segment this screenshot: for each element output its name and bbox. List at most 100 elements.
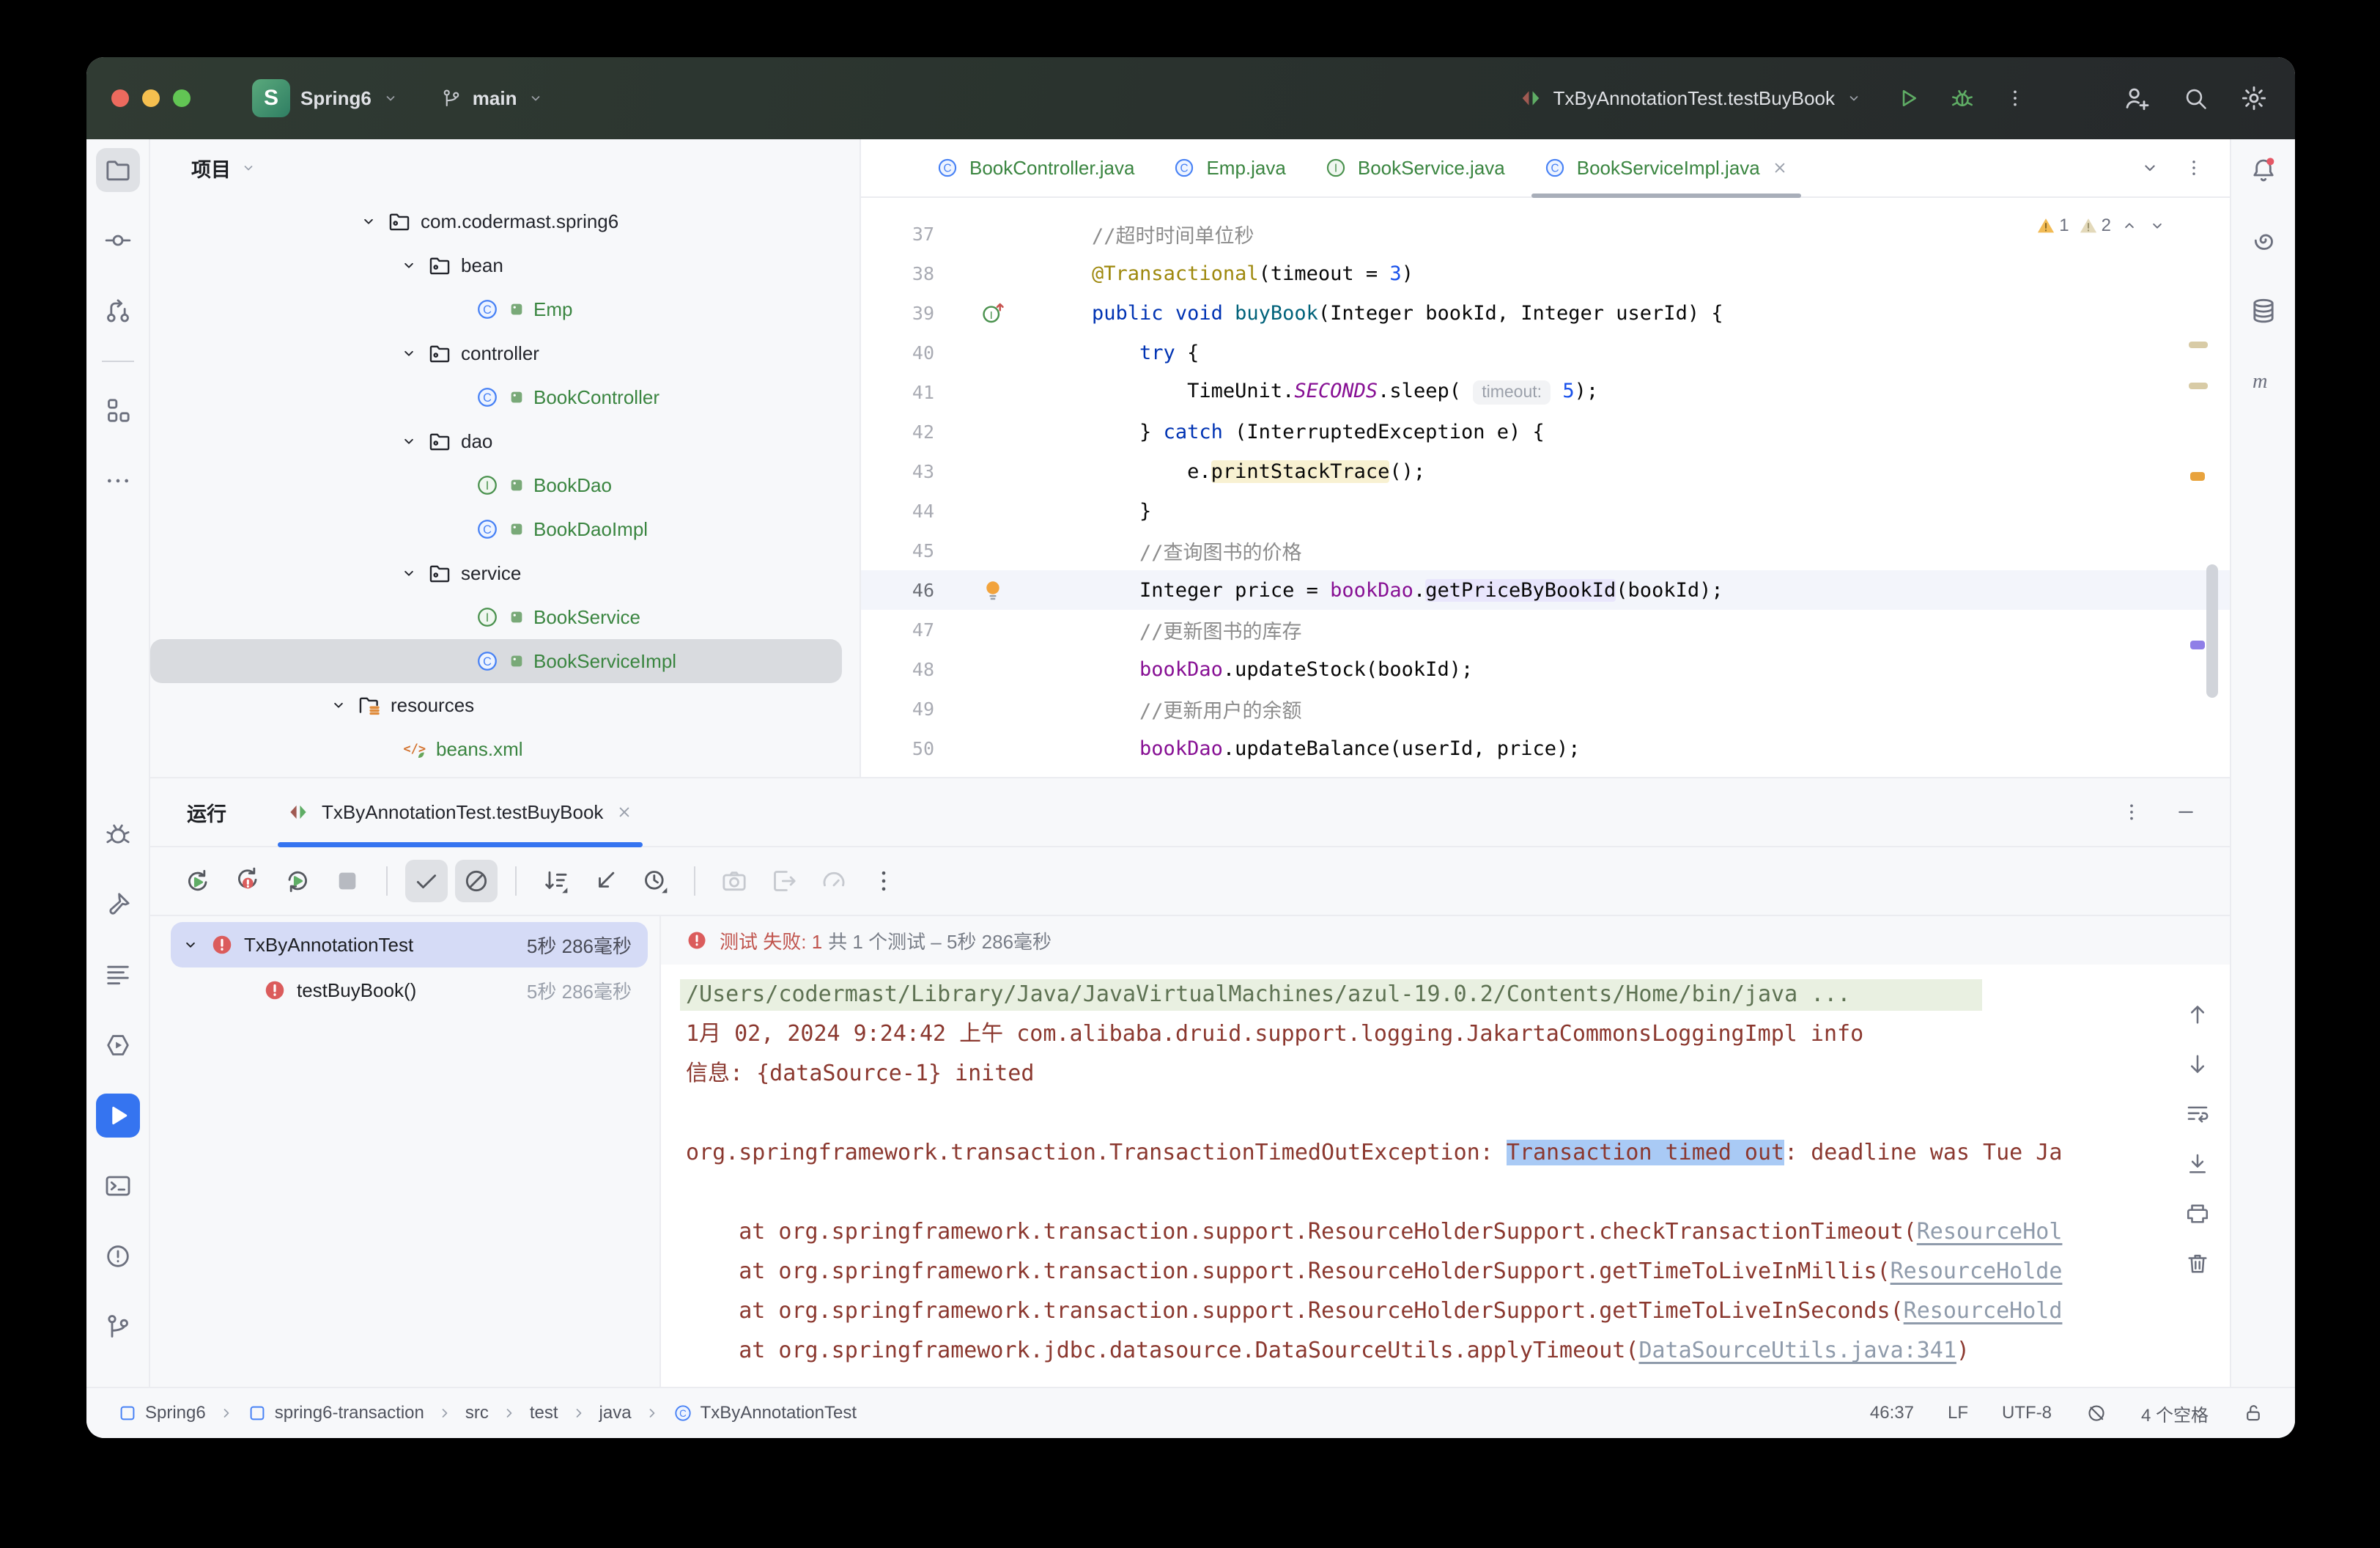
settings-gear-icon[interactable] [2239,84,2269,113]
activitybar-debug[interactable] [96,812,140,856]
tree-item-bookserviceimpl[interactable]: CBookServiceImpl [150,639,842,683]
chevron-down-icon[interactable] [399,432,418,451]
tab-emp-java[interactable]: CEmp.java [1153,139,1304,196]
run-button[interactable] [1895,85,1921,111]
tree-item-beans-xml[interactable]: </>beans.xml [150,727,842,771]
overrides-method-icon[interactable]: I [980,300,1006,326]
activitybar-services[interactable] [96,1023,140,1067]
chevron-down-icon[interactable] [359,212,378,231]
tree-item-dao[interactable]: dao [150,419,842,463]
activitybar-run[interactable] [96,1094,140,1138]
inspection-widget[interactable]: 1 2 [2036,215,2167,236]
tab-bookservice-java[interactable]: IBookService.java [1305,139,1524,196]
chevron-down-icon[interactable] [399,256,418,275]
code-line-40[interactable]: 40 try { [861,333,2230,372]
tree-item-bookcontroller[interactable]: CBookController [150,375,842,419]
code-line-49[interactable]: 49 //更新用户的余额 [861,689,2230,729]
stacktrace-link[interactable]: ResourceHol [1917,1219,2063,1245]
prev-problem-icon[interactable] [2120,216,2139,235]
activitybar-more-tool-windows[interactable] [96,459,140,503]
rightbar-maven[interactable]: m [2243,361,2284,402]
breadcrumb-spring6[interactable]: Spring6 [117,1403,206,1423]
activitybar-structure[interactable] [96,388,140,432]
scroll-end-icon[interactable] [2184,1151,2211,1177]
test-item-txbyannotationtest[interactable]: TxByAnnotationTest5秒 286毫秒 [171,922,648,968]
tab-bookcontroller-java[interactable]: CBookController.java [917,139,1153,196]
line-separator[interactable]: LF [1948,1403,1968,1423]
tree-item-emp[interactable]: CEmp [150,287,842,331]
code-line-44[interactable]: 44 } [861,491,2230,531]
tree-item-com-codermast-spring6[interactable]: com.codermast.spring6 [150,199,842,243]
chevron-down-icon[interactable] [2139,157,2161,179]
trash-icon[interactable] [2184,1250,2211,1277]
rerun-failed-tests-button[interactable] [226,860,269,902]
close-icon[interactable] [615,803,634,822]
code-with-me-icon[interactable] [2122,84,2151,113]
code-line-43[interactable]: 43 e.printStackTrace(); [861,452,2230,491]
rightbar-notifications[interactable] [2243,150,2284,191]
code-line-45[interactable]: 45 //查询图书的价格 [861,531,2230,570]
code-line-46[interactable]: 46 Integer price = bookDao.getPriceByBoo… [861,570,2230,610]
test-item-testbuybook[interactable]: testBuyBook()5秒 286毫秒 [171,968,648,1013]
code-line-42[interactable]: 42 } catch (InterruptedException e) { [861,412,2230,452]
more-tabs-icon[interactable] [2183,157,2205,179]
activitybar-project[interactable] [96,148,140,192]
tree-item-bookservice[interactable]: IBookService [150,595,842,639]
activitybar-terminal[interactable] [96,1164,140,1208]
activitybar-todo[interactable] [96,953,140,997]
toggle-auto-test-button[interactable] [276,860,319,902]
highlighting-level-icon[interactable] [2085,1402,2107,1424]
sort-alphabetically-button[interactable] [534,860,577,902]
code-line-38[interactable]: 38 @Transactional(timeout = 3) [861,254,2230,293]
branch-widget[interactable]: main [440,87,545,110]
project-panel-header[interactable]: 项目 [150,139,860,196]
test-console[interactable]: 测试 失败: 1 共 1 个测试 – 5秒 286毫秒 /Users/coder… [659,916,2230,1387]
breadcrumb-test[interactable]: test [530,1403,558,1423]
intention-bulb-icon[interactable] [980,577,1006,603]
breadcrumb-spring6-transaction[interactable]: spring6-transaction [247,1403,424,1423]
more-actions-icon[interactable] [2003,86,2027,110]
file-encoding[interactable]: UTF-8 [2002,1403,2052,1423]
code-line-50[interactable]: 50 bookDao.updateBalance(userId, price); [861,729,2230,768]
code-line-37[interactable]: 37 //超时时间单位秒 [861,214,2230,254]
close-icon[interactable] [1770,158,1789,177]
more-options-button[interactable] [862,860,905,902]
activitybar-problems[interactable] [96,1234,140,1278]
activitybar-version-control[interactable] [96,1305,140,1349]
code-editor[interactable]: 1 2 37 //超时时间单位秒38 @Transactional(timeou… [861,198,2230,777]
chevron-down-icon[interactable] [399,564,418,583]
project-widget[interactable]: S Spring6 [252,79,399,117]
tree-item-service[interactable]: service [150,551,842,595]
tree-item-resources[interactable]: resources [150,683,842,727]
rightbar-database[interactable] [2243,290,2284,331]
minimize-window-button[interactable] [142,89,160,107]
breadcrumb-java[interactable]: java [599,1403,632,1423]
chevron-down-icon[interactable] [181,935,200,954]
arrow-up-icon[interactable] [2184,1001,2211,1028]
stacktrace-link[interactable]: ResourceHolde [1891,1258,2063,1284]
printer-icon[interactable] [2184,1201,2211,1227]
stacktrace-link[interactable]: ResourceHold [1904,1298,2063,1324]
rerun-button[interactable] [177,860,219,902]
more-options-icon[interactable] [2120,800,2143,824]
breadcrumb-txbyannotationtest[interactable]: CTxByAnnotationTest [673,1403,857,1423]
close-window-button[interactable] [111,89,129,107]
activitybar-pull-requests[interactable] [96,289,140,333]
show-ignored-button[interactable] [455,860,498,902]
rightbar-spring[interactable] [2243,220,2284,261]
activitybar-commit[interactable] [96,218,140,262]
lock-open-icon[interactable] [2242,1402,2264,1424]
search-everywhere-icon[interactable] [2182,85,2209,111]
tree-item-bookdao[interactable]: IBookDao [150,463,842,507]
run-tab[interactable]: TxByAnnotationTest.testBuyBook [275,778,646,846]
editor-scrollbar[interactable] [2206,564,2218,698]
caret-position[interactable]: 46:37 [1870,1403,1914,1423]
hide-tool-window-icon[interactable] [2174,800,2198,824]
zoom-window-button[interactable] [173,89,191,107]
code-line-48[interactable]: 48 bookDao.updateStock(bookId); [861,649,2230,689]
code-line-41[interactable]: 41 TimeUnit.SECONDS.sleep( timeout: 5); [861,372,2230,412]
activitybar-build[interactable] [96,882,140,926]
soft-wrap-icon[interactable] [2184,1101,2211,1127]
navigate-to-failed-button[interactable] [584,860,627,902]
run-config-widget[interactable]: TxByAnnotationTest.testBuyBook [1518,86,1863,111]
